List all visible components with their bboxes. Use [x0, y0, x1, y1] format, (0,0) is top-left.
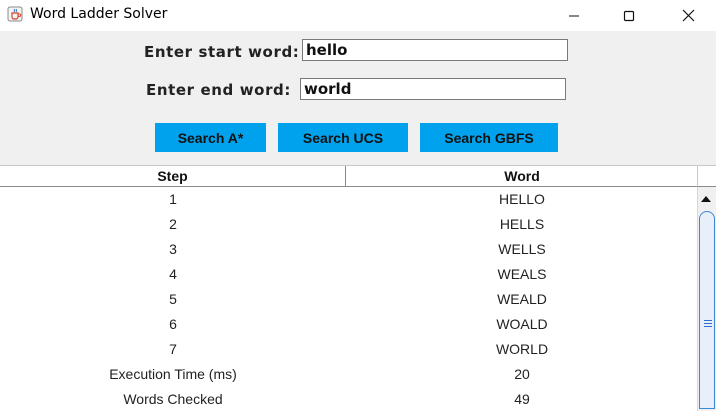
minimize-button[interactable] — [551, 0, 597, 31]
java-app-icon — [7, 6, 23, 22]
search-astar-button[interactable]: Search A* — [155, 123, 266, 152]
search-gbfs-button[interactable]: Search GBFS — [420, 123, 558, 152]
word-cell: WEALS — [497, 266, 547, 282]
scroll-grip-line — [704, 323, 712, 324]
step-cell: 1 — [169, 191, 177, 207]
step-cell: 6 — [169, 316, 177, 332]
results-table: Step Word 1 HELLO 2 HELLS 3 WELLS 4 WEAL… — [0, 165, 716, 411]
step-cell: Words Checked — [123, 391, 223, 407]
word-cell: 20 — [514, 366, 530, 382]
table-row[interactable]: 4 WEALS — [0, 262, 697, 287]
scroll-grip-line — [704, 320, 712, 321]
scroll-thumb[interactable] — [699, 211, 715, 409]
scroll-up-arrow-icon[interactable] — [701, 196, 711, 202]
vertical-scrollbar[interactable] — [697, 187, 716, 411]
word-cell: 49 — [514, 391, 530, 407]
word-cell: HELLS — [499, 216, 545, 232]
word-cell: HELLO — [499, 191, 545, 207]
table-row[interactable]: 7 WORLD — [0, 337, 697, 362]
table-row[interactable]: Execution Time (ms) 20 — [0, 362, 697, 387]
table-row[interactable]: Words Checked 49 — [0, 387, 697, 411]
main-panel: Enter start word: hello Enter end word: … — [0, 31, 716, 411]
start-word-label: Enter start word: — [144, 43, 300, 61]
column-header-step[interactable]: Step — [0, 166, 346, 187]
end-word-label: Enter end word: — [146, 81, 291, 99]
table-header-corner — [697, 165, 716, 187]
word-cell: WORLD — [495, 341, 549, 357]
scroll-grip-line — [704, 326, 712, 327]
step-cell: 4 — [169, 266, 177, 282]
word-cell: WOALD — [496, 316, 548, 332]
table-header: Step Word — [0, 165, 697, 187]
step-cell: Execution Time (ms) — [109, 366, 237, 382]
table-body: 1 HELLO 2 HELLS 3 WELLS 4 WEALS 5 WEALD … — [0, 187, 697, 411]
step-cell: 7 — [169, 341, 177, 357]
search-ucs-button[interactable]: Search UCS — [278, 123, 408, 152]
word-cell: WEALD — [497, 291, 547, 307]
word-cell: WELLS — [498, 241, 546, 257]
table-row[interactable]: 3 WELLS — [0, 237, 697, 262]
step-cell: 3 — [169, 241, 177, 257]
maximize-icon — [623, 10, 635, 21]
column-header-word[interactable]: Word — [347, 166, 697, 187]
start-word-input[interactable]: hello — [302, 39, 568, 61]
table-row[interactable]: 2 HELLS — [0, 212, 697, 237]
table-row[interactable]: 6 WOALD — [0, 312, 697, 337]
close-icon — [682, 9, 694, 22]
close-button[interactable] — [665, 0, 711, 31]
window-title: Word Ladder Solver — [30, 6, 168, 22]
table-row[interactable]: 5 WEALD — [0, 287, 697, 312]
minimize-icon — [569, 15, 579, 16]
title-bar: Word Ladder Solver — [0, 0, 716, 31]
end-word-input[interactable]: world — [300, 78, 566, 100]
step-cell: 5 — [169, 291, 177, 307]
step-cell: 2 — [169, 216, 177, 232]
maximize-button[interactable] — [606, 0, 652, 31]
table-row[interactable]: 1 HELLO — [0, 187, 697, 212]
